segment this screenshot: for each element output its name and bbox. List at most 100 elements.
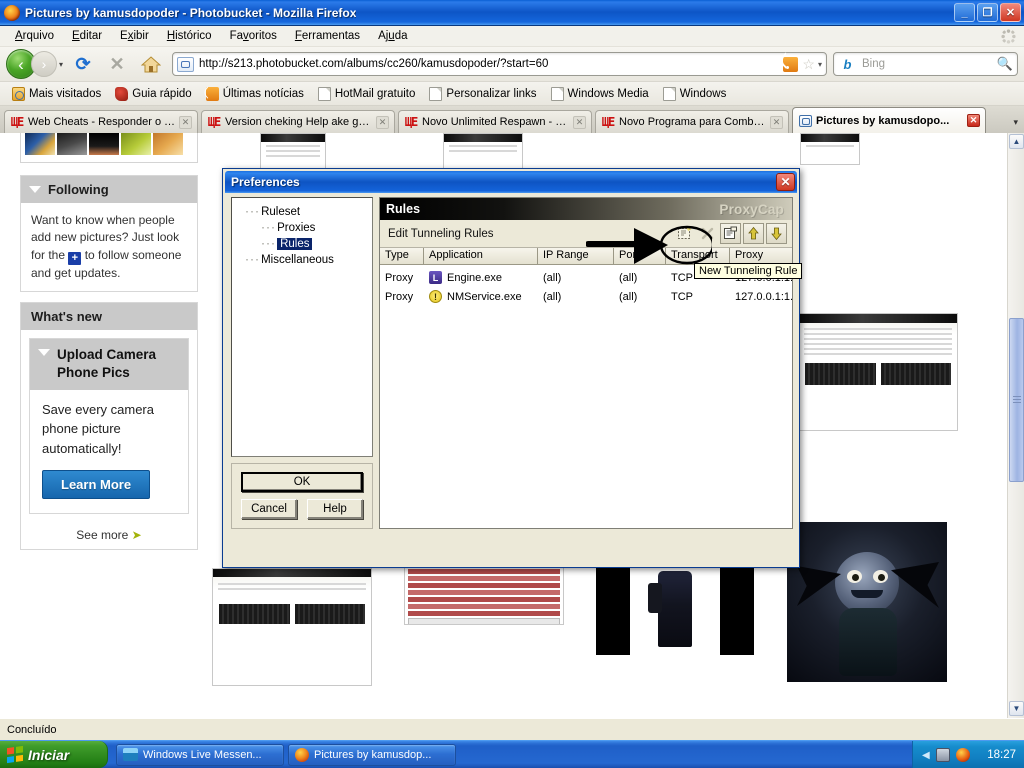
see-more-link[interactable]: See more ➤	[21, 522, 197, 549]
menu-ajuda[interactable]: Ajuda	[369, 28, 416, 44]
column-header-ip-range[interactable]: IP Range	[538, 248, 614, 264]
gallery-image[interactable]	[212, 568, 372, 686]
tab-novo-unlimited-respawn[interactable]: ЩЕ Novo Unlimited Respawn - W... ✕	[398, 110, 592, 133]
gallery-image[interactable]	[443, 133, 523, 173]
thumbnail-image[interactable]	[89, 133, 119, 155]
menu-favoritos[interactable]: Favoritos	[221, 28, 286, 44]
learn-more-button[interactable]: Learn More	[42, 470, 151, 500]
close-button[interactable]: ✕	[1000, 3, 1021, 22]
start-button[interactable]: Iniciar	[0, 741, 108, 768]
tab-close-icon[interactable]: ✕	[179, 115, 192, 129]
cell-ports: (all)	[619, 271, 638, 284]
network-icon[interactable]	[935, 748, 950, 762]
search-input[interactable]: Bing	[862, 58, 997, 70]
tab-close-icon[interactable]: ✕	[967, 114, 980, 127]
table-row[interactable]: Proxy ! NMService.exe (all) (all) TCP 12…	[380, 287, 792, 306]
taskbar-clock[interactable]: 18:27	[987, 749, 1016, 761]
tree-item-rules[interactable]: ··· Rules	[236, 236, 368, 252]
column-header-transport[interactable]: Transport	[666, 248, 730, 264]
gallery-image[interactable]	[798, 313, 958, 431]
maximize-button[interactable]: ❐	[977, 3, 998, 22]
thumbnail-image[interactable]	[153, 133, 183, 155]
menu-editar[interactable]: Editar	[63, 28, 111, 44]
address-bar[interactable]: http://s213.photobucket.com/albums/cc260…	[172, 52, 827, 76]
tab-close-icon[interactable]: ✕	[573, 115, 586, 129]
column-header-proxy[interactable]: Proxy	[730, 248, 792, 264]
tab-novo-programa-combat[interactable]: ЩЕ Novo Programa para Combat... ✕	[595, 110, 789, 133]
forward-button[interactable]: ›	[31, 51, 57, 77]
cancel-button[interactable]: Cancel	[241, 499, 297, 519]
scroll-up-arrow-icon[interactable]: ▲	[1009, 134, 1024, 149]
triangle-down-icon[interactable]	[29, 186, 41, 193]
move-up-button[interactable]	[743, 223, 764, 244]
thumbnail-image[interactable]	[121, 133, 151, 155]
new-tunneling-rule-button[interactable]	[674, 223, 695, 244]
cell-ports: (all)	[619, 290, 638, 303]
taskbar-item-messenger[interactable]: Windows Live Messen...	[116, 743, 284, 766]
whats-new-header: What's new	[21, 303, 197, 331]
bookmark-personalizar-links[interactable]: Personalizar links	[423, 85, 542, 103]
gallery-image[interactable]	[800, 133, 860, 165]
tab-label: Pictures by kamusdopo...	[816, 114, 950, 127]
chevron-down-icon[interactable]: ▾	[818, 60, 822, 69]
bookmark-ultimas-noticias[interactable]: Últimas notícias	[200, 85, 310, 103]
bookmark-guia-rapido[interactable]: Guia rápido	[109, 85, 197, 103]
menu-ferramentas[interactable]: Ferramentas	[286, 28, 369, 44]
bing-logo-icon[interactable]: b	[838, 56, 857, 73]
thumbnail-image[interactable]	[25, 133, 55, 155]
column-header-type[interactable]: Type	[380, 248, 424, 264]
bookmark-windows-media[interactable]: Windows Media	[545, 85, 655, 103]
column-header-application[interactable]: Application	[424, 248, 538, 264]
bookmark-label: HotMail gratuito	[334, 87, 416, 100]
bookmark-windows[interactable]: Windows	[657, 85, 733, 103]
following-title: Following	[48, 182, 109, 197]
magnifier-icon[interactable]: 🔍	[997, 56, 1013, 72]
minimize-button[interactable]: _	[954, 3, 975, 22]
rss-feed-icon[interactable]	[783, 56, 799, 72]
page-scrollbar[interactable]: ▲ ▼	[1007, 133, 1024, 718]
gallery-image[interactable]	[787, 522, 947, 682]
bookmark-hotmail[interactable]: HotMail gratuito	[312, 85, 422, 103]
menu-historico[interactable]: Histórico	[158, 28, 221, 44]
help-button[interactable]: Help	[307, 499, 363, 519]
tree-item-miscellaneous[interactable]: ··· Miscellaneous	[236, 252, 368, 268]
firefox-tray-icon[interactable]	[955, 748, 970, 762]
menu-exibir[interactable]: Exibir	[111, 28, 158, 44]
thumbnail-image[interactable]	[57, 133, 87, 155]
delete-rule-button[interactable]	[697, 223, 718, 244]
triangle-down-icon[interactable]	[38, 349, 50, 357]
tab-close-icon[interactable]: ✕	[770, 115, 783, 129]
throbber-icon	[1001, 29, 1016, 44]
move-down-button[interactable]	[766, 223, 787, 244]
window-titlebar: Pictures by kamusdopoder - Photobucket -…	[0, 0, 1024, 26]
following-header[interactable]: Following	[21, 176, 197, 203]
tree-item-ruleset[interactable]: ··· Ruleset	[236, 204, 368, 220]
tab-pictures-by-kamusdopoder[interactable]: Pictures by kamusdopo... ✕	[792, 107, 986, 133]
bookmark-mais-visitados[interactable]: Mais visitados	[6, 85, 107, 103]
search-bar[interactable]: b Bing 🔍	[833, 52, 1018, 76]
edit-rule-button[interactable]	[720, 223, 741, 244]
settings-tree[interactable]: ··· Ruleset ··· Proxies ··· Rules ··· Mi…	[231, 197, 373, 457]
home-button[interactable]	[137, 50, 165, 78]
scrollbar-thumb[interactable]	[1009, 318, 1024, 482]
scroll-down-arrow-icon[interactable]: ▼	[1009, 701, 1024, 716]
taskbar-item-firefox[interactable]: Pictures by kamusdop...	[288, 743, 456, 766]
history-dropdown-icon[interactable]: ▾	[59, 60, 63, 69]
dialog-close-button[interactable]: ✕	[776, 173, 795, 191]
whats-new-card-header[interactable]: Upload Camera Phone Pics	[30, 339, 188, 390]
tab-version-cheking[interactable]: ЩЕ Version cheking Help ake gen... ✕	[201, 110, 395, 133]
menu-arquivo[interactable]: Arquivo	[6, 28, 63, 44]
stop-button[interactable]: ✕	[103, 50, 131, 78]
tab-overflow-icon[interactable]: ▾	[1013, 117, 1018, 128]
gallery-image[interactable]	[596, 563, 754, 655]
tree-item-proxies[interactable]: ··· Proxies	[236, 220, 368, 236]
column-header-ports[interactable]: Ports	[614, 248, 666, 264]
tab-web-cheats[interactable]: ЩЕ Web Cheats - Responder o T... ✕	[4, 110, 198, 133]
ok-button[interactable]: OK	[241, 472, 363, 492]
chevron-left-icon[interactable]: ◀	[922, 750, 930, 761]
reload-button[interactable]: ⟳	[69, 50, 97, 78]
menu-favoritos-rest: oritos	[248, 30, 277, 42]
tab-close-icon[interactable]: ✕	[376, 115, 389, 129]
gallery-image[interactable]	[404, 565, 564, 625]
bookmark-star-icon[interactable]: ☆	[802, 56, 815, 73]
